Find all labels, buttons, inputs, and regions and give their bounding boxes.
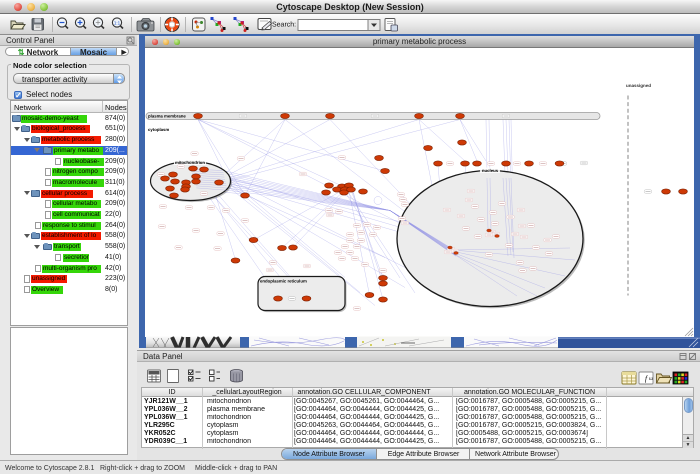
svg-text:Search:: Search:	[272, 21, 296, 29]
svg-text:1:1: 1:1	[114, 21, 121, 26]
svg-text:ω: ω	[649, 376, 653, 382]
